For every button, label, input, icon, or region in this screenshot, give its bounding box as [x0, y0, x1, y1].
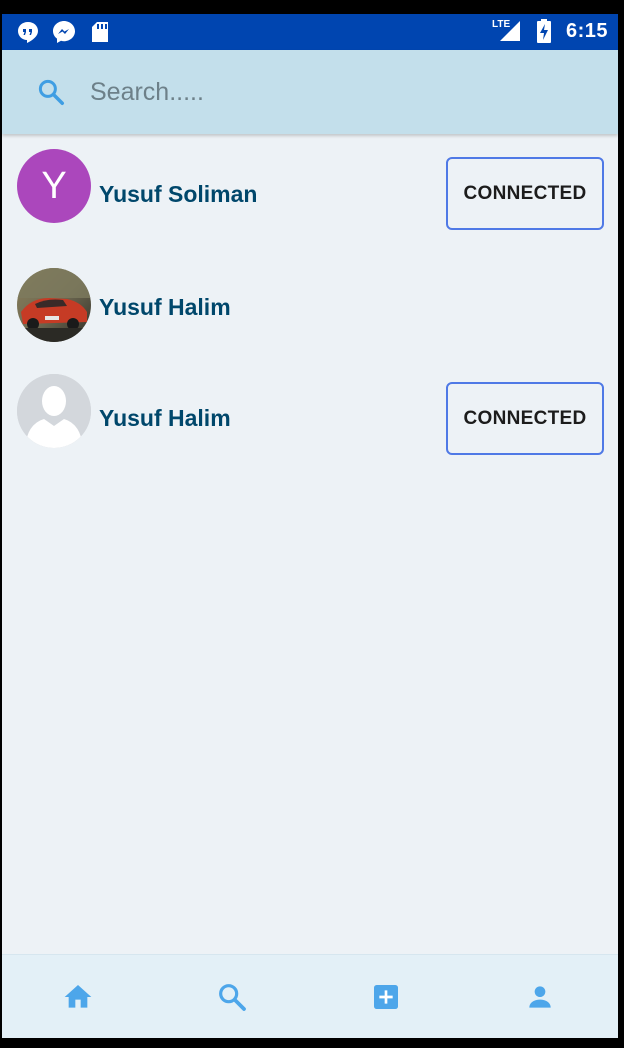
network-label: LTE — [491, 19, 511, 30]
search-results-list: Y Yusuf Soliman CONNECTED Yusuf Halim Yu… — [2, 136, 618, 472]
sd-card-icon — [88, 20, 112, 44]
list-item[interactable]: Yusuf Halim — [2, 248, 618, 360]
messenger-icon — [52, 20, 76, 44]
connected-button[interactable]: CONNECTED — [446, 157, 604, 230]
user-name: Yusuf Soliman — [99, 181, 258, 207]
app-screen: LTE 6:15 Y Yusuf Soliman CONNECTED — [2, 14, 618, 1038]
battery-charging-icon — [532, 19, 556, 43]
user-name: Yusuf Halim — [99, 294, 231, 320]
user-name: Yusuf Halim — [99, 405, 231, 431]
home-icon[interactable] — [61, 980, 95, 1014]
connected-button[interactable]: CONNECTED — [446, 382, 604, 455]
default-avatar-icon — [17, 374, 91, 448]
person-icon[interactable] — [523, 980, 557, 1014]
add-box-icon[interactable] — [369, 980, 403, 1014]
list-item[interactable]: Yusuf Halim CONNECTED — [2, 360, 618, 472]
clock-time: 6:15 — [565, 19, 608, 42]
avatar — [17, 268, 91, 342]
avatar — [17, 374, 91, 448]
search-icon[interactable] — [36, 77, 66, 107]
avatar: Y — [17, 149, 91, 223]
status-bar: LTE 6:15 — [2, 14, 618, 50]
search-input[interactable] — [90, 70, 570, 114]
bottom-navigation — [2, 954, 618, 1038]
lte-signal-icon: LTE — [492, 19, 522, 43]
search-header — [2, 50, 618, 134]
red-car-photo-icon — [17, 268, 91, 342]
hangouts-icon — [16, 20, 40, 44]
search-icon[interactable] — [215, 980, 249, 1014]
list-item[interactable]: Y Yusuf Soliman CONNECTED — [2, 136, 618, 248]
avatar-letter: Y — [41, 164, 67, 207]
